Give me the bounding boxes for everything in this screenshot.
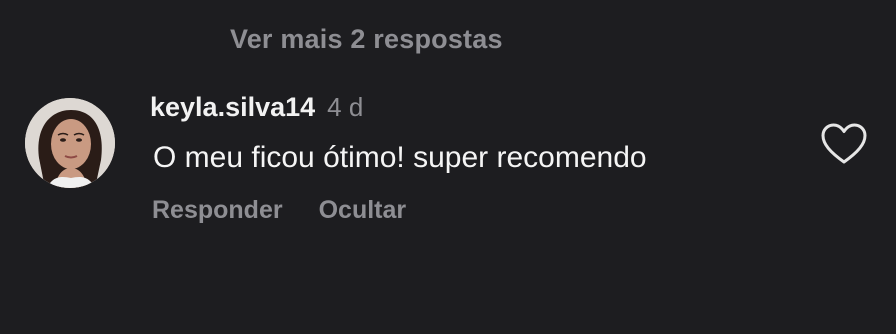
heart-outline-icon [821, 123, 867, 164]
like-button[interactable] [820, 122, 868, 166]
comment-header: keyla.silva14 4 d [150, 92, 363, 123]
comment-actions: Responder Ocultar [152, 196, 406, 225]
comment-text: O meu ficou ótimo! super recomendo [153, 141, 647, 174]
comment-timestamp: 4 d [327, 92, 364, 122]
reply-button[interactable]: Responder [152, 196, 283, 224]
hide-button[interactable]: Ocultar [319, 196, 407, 224]
username[interactable]: keyla.silva14 [150, 92, 315, 122]
user-avatar-image [25, 98, 115, 188]
avatar[interactable] [25, 98, 115, 188]
view-more-replies-link[interactable]: Ver mais 2 respostas [230, 24, 503, 55]
comment-thread: Ver mais 2 respostas keyla.silva14 4 d O … [0, 0, 896, 334]
